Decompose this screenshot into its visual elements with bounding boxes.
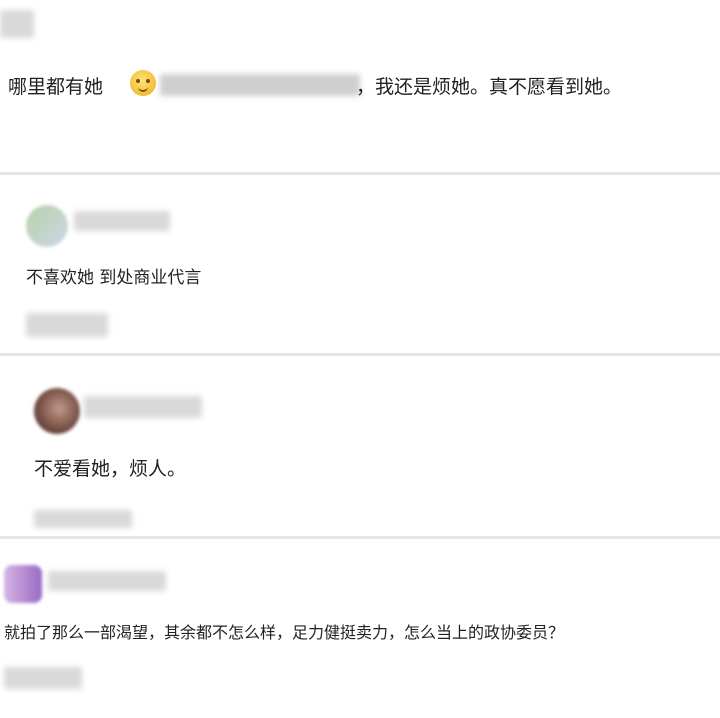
avatar[interactable] bbox=[26, 205, 68, 247]
comment-item-2: 不喜欢她 到处商业代言 bbox=[0, 175, 720, 353]
username-blurred[interactable] bbox=[84, 396, 202, 418]
comment-item-1: 哪里都有她 ，我还是烦她。真不愿看到她。 bbox=[0, 0, 720, 172]
redacted-text-blurred bbox=[160, 74, 360, 96]
timestamp-blurred bbox=[26, 313, 108, 337]
comment-item-3: 不爱看她，烦人。 bbox=[0, 356, 720, 536]
timestamp-blurred bbox=[4, 667, 82, 689]
username-blurred[interactable] bbox=[74, 211, 170, 231]
username-blurred bbox=[0, 10, 34, 38]
comment-text: 不喜欢她 到处商业代言 bbox=[26, 268, 202, 288]
comment-text: 就拍了那么一部渴望，其余都不怎么样，足力健挺卖力，怎么当上的政协委员？ bbox=[4, 623, 565, 642]
thinking-face-emoji-icon bbox=[130, 70, 156, 96]
comment-item-4: 就拍了那么一部渴望，其余都不怎么样，足力健挺卖力，怎么当上的政协委员？ bbox=[0, 539, 720, 718]
username-blurred[interactable] bbox=[48, 571, 166, 591]
timestamp-blurred bbox=[34, 510, 132, 528]
comment-text-part2: ，我还是烦她。真不愿看到她。 bbox=[356, 76, 623, 98]
avatar[interactable] bbox=[4, 565, 42, 603]
comment-text: 不爱看她，烦人。 bbox=[34, 458, 187, 480]
comment-text-part1: 哪里都有她 bbox=[8, 76, 104, 98]
avatar[interactable] bbox=[34, 388, 80, 434]
